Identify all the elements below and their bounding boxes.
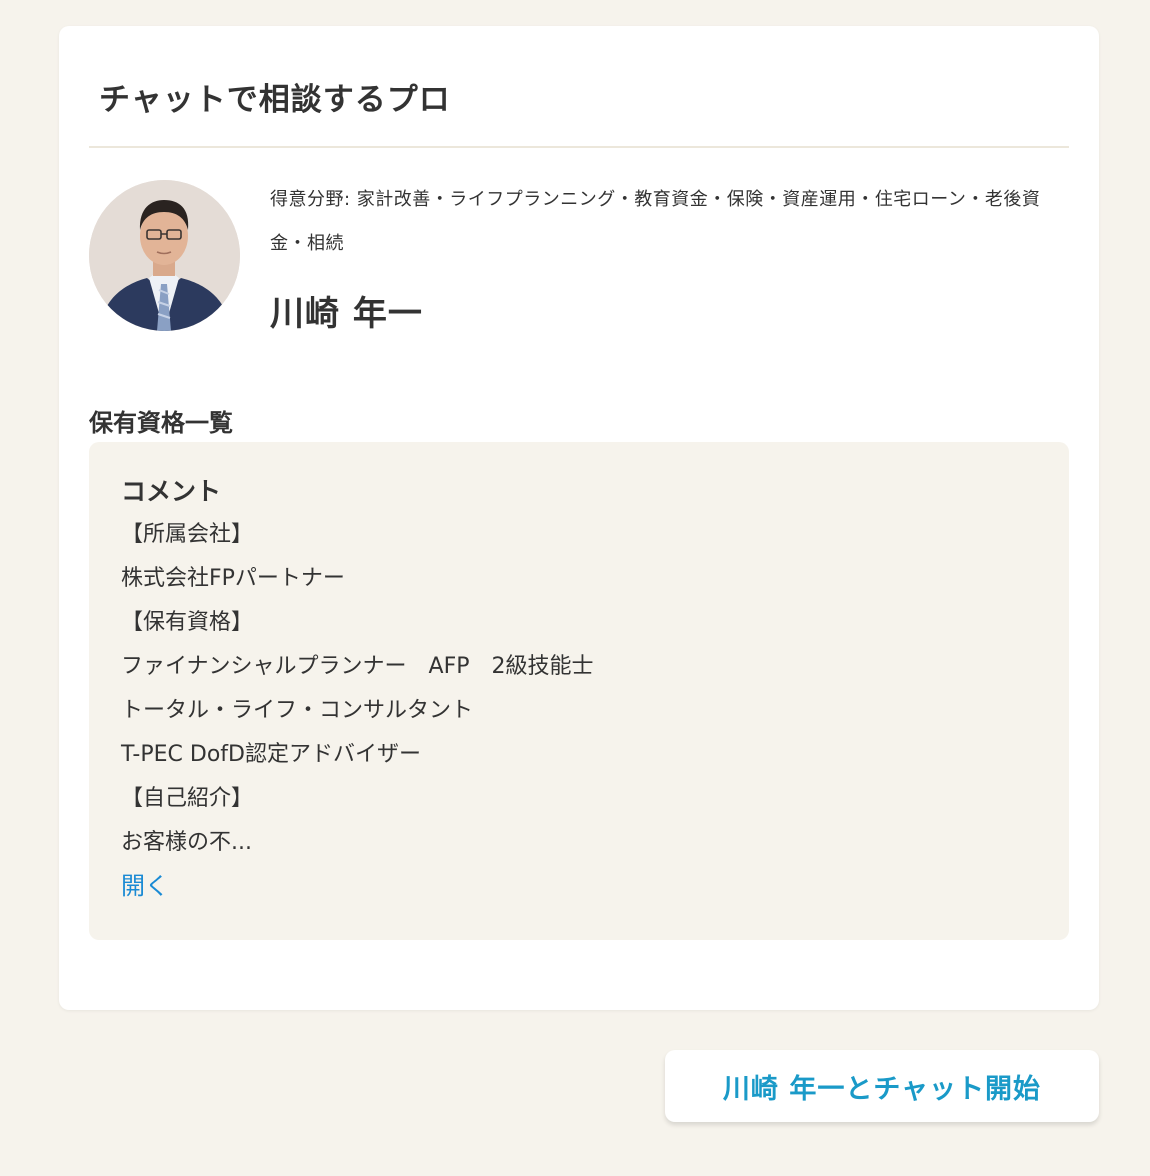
qualifications-heading: 保有資格一覧 xyxy=(89,409,233,437)
specialty-text: 得意分野: 家計改善・ライフプランニング・教育資金・保険・資産運用・住宅ローン・… xyxy=(270,189,1041,254)
comment-box: コメント 【所属会社】 株式会社FPパートナー 【保有資格】 ファイナンシャルプ… xyxy=(89,442,1069,940)
open-comment-link[interactable]: 開く xyxy=(121,864,169,908)
card-title: チャットで相談するプロ xyxy=(99,82,451,118)
comment-line: ファイナンシャルプランナー AFP 2級技能士 xyxy=(121,654,594,679)
avatar xyxy=(89,180,240,331)
comment-line: トータル・ライフ・コンサルタント xyxy=(121,698,474,723)
comment-line: お客様の不... xyxy=(121,830,252,855)
start-chat-button[interactable]: 川崎 年一とチャット開始 xyxy=(665,1050,1099,1122)
comment-line: 【所属会社】 xyxy=(121,522,254,547)
pro-name: 川崎 年一 xyxy=(270,294,423,334)
comment-line: 【自己紹介】 xyxy=(121,786,254,811)
profile-photo-icon xyxy=(89,180,240,331)
comment-heading: コメント xyxy=(121,477,222,506)
comment-line: 株式会社FPパートナー xyxy=(121,566,345,591)
divider xyxy=(89,146,1069,148)
pro-card: チャットで相談するプロ 得意分野: 家計改善・ライフプランニング・教育資金・保険… xyxy=(59,26,1099,1010)
comment-line: 【保有資格】 xyxy=(121,610,254,635)
comment-line: T-PEC DofD認定アドバイザー xyxy=(121,742,421,767)
comment-lines: 【所属会社】 株式会社FPパートナー 【保有資格】 ファイナンシャルプランナー … xyxy=(121,513,594,865)
